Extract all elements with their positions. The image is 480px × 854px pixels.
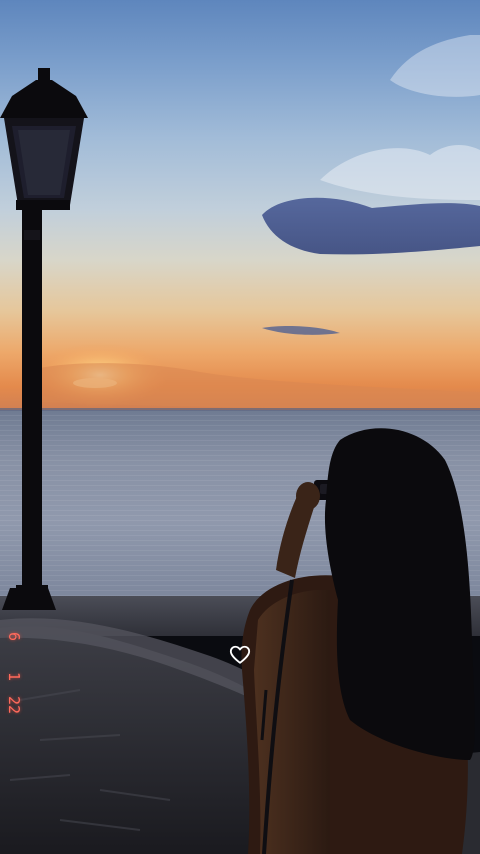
date-stamp: 6 1 22 [5, 630, 40, 730]
heart-outline-icon[interactable] [229, 644, 251, 666]
story-photo-frame: 6 1 22 [0, 0, 480, 854]
dark-cloud [262, 197, 480, 255]
horizon-cloud [40, 363, 480, 409]
white-cloud-top [390, 35, 480, 97]
horizon-line [0, 408, 480, 411]
date-stamp-part1: 6 [5, 632, 23, 642]
date-stamp-part3: 22 [5, 696, 23, 715]
lamp-post [0, 68, 88, 610]
white-cloud [320, 145, 480, 200]
thin-cloud [262, 325, 340, 335]
scene-silhouettes [0, 35, 480, 854]
woman-silhouette [241, 428, 475, 854]
date-stamp-part2: 1 [5, 672, 23, 682]
